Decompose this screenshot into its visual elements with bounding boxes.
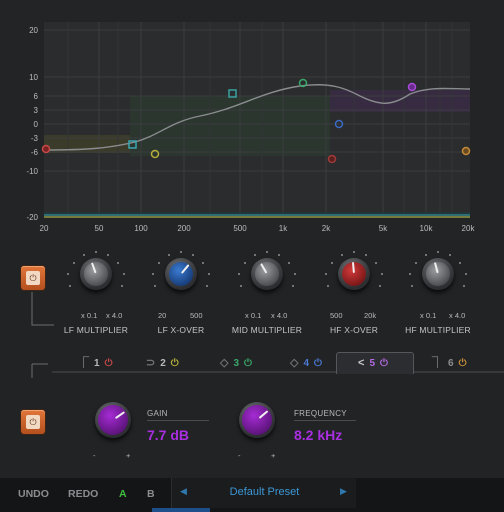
band-number: 2: [160, 358, 166, 369]
hf-multiplier-max: x 4.0: [449, 311, 466, 320]
freq-tick-label: 2k: [321, 224, 331, 233]
hf-xover-max: 20k: [364, 311, 377, 320]
low-cut-icon: ⎾: [78, 357, 89, 369]
lf-multiplier-min: x 0.1: [81, 311, 98, 320]
hf-xover-knob[interactable]: [324, 244, 384, 304]
band-number: 4: [303, 358, 310, 369]
frequency-minus-label: -: [238, 451, 241, 460]
mid-multiplier-title: MID MULTIPLIER: [231, 325, 303, 335]
freq-tick-label: 1k: [278, 224, 288, 233]
gain-minus-label: -: [93, 451, 96, 460]
lf-xover-title: LF X-OVER: [157, 325, 205, 335]
db-tick-label: 0: [33, 120, 38, 129]
band-number: 1: [94, 358, 100, 369]
band-tab-4[interactable]: ◇ 4 ⏻: [290, 352, 322, 374]
gain-knob[interactable]: [81, 388, 145, 452]
frequency-label: FREQUENCY: [294, 409, 347, 418]
freq-tick-label: 5k: [378, 224, 388, 233]
mid-multiplier-min: x 0.1: [245, 311, 262, 320]
lf-xover-max: 500: [190, 311, 203, 320]
band-power-icon[interactable]: ⏻: [380, 358, 388, 369]
band-4b-node: [327, 154, 337, 164]
db-tick-label: -10: [26, 167, 38, 176]
freq-tick-label: 10k: [419, 224, 433, 233]
band-1-node: [41, 144, 51, 154]
band-power-button[interactable]: ⏻: [21, 410, 45, 434]
shelf-bracket-line: [31, 292, 54, 326]
lf-xover-min: 20: [158, 311, 167, 320]
db-tick-label: 3: [33, 106, 38, 115]
band-tab-5[interactable]: <5 ⏻: [358, 352, 388, 374]
power-icon: ⏻: [29, 273, 37, 283]
freq-tick-label: 500: [233, 224, 247, 233]
high-shelf-icon: <: [358, 357, 365, 369]
db-tick-label: 20: [29, 26, 38, 35]
band-power-icon[interactable]: ⏻: [105, 358, 113, 369]
lf-multiplier-knob[interactable]: [66, 244, 126, 304]
lf-multiplier-max: x 4.0: [106, 311, 123, 320]
preset-scroll-indicator: [152, 508, 210, 512]
power-icon: ⏻: [29, 417, 37, 427]
hf-multiplier-min: x 0.1: [420, 311, 437, 320]
bell-icon: ◇: [220, 357, 229, 369]
preset-name[interactable]: Default Preset: [172, 486, 357, 498]
gain-underline: [147, 420, 209, 421]
hf-multiplier-knob[interactable]: [408, 244, 468, 304]
hf-xover-min: 500: [330, 311, 343, 320]
frequency-underline: [294, 420, 356, 421]
lf-xover-knob[interactable]: [151, 244, 211, 304]
low-shelf-icon: ⊃: [146, 357, 156, 369]
band-tab-1[interactable]: ⎾ 1 ⏻: [78, 352, 112, 374]
band-power-icon[interactable]: ⏻: [459, 358, 467, 369]
band-tab-3[interactable]: ◇ 3 ⏻: [220, 352, 252, 374]
frequency-plus-label: +: [271, 451, 276, 460]
db-tick-label: 6: [33, 92, 38, 101]
band-power-icon[interactable]: ⏻: [314, 358, 322, 369]
gain-plus-label: +: [126, 451, 131, 460]
band-number: 3: [233, 358, 240, 369]
mid-multiplier-knob[interactable]: [237, 244, 297, 304]
band-tab-2[interactable]: ⊃ 2 ⏻: [146, 352, 179, 374]
frequency-knob[interactable]: [225, 388, 289, 452]
band-tabs: ⎾ 1 ⏻ ⊃ 2 ⏻ ◇ 3 ⏻ ◇ 4 ⏻ <5 ⏻ ⏋ 6 ⏻: [52, 352, 504, 374]
gain-value[interactable]: 7.7 dB: [147, 427, 189, 443]
undo-button[interactable]: UNDO: [18, 488, 49, 500]
eq-graph[interactable]: 20 10 6 3 0 -3 -6 -10 -20 20 50 100 200 …: [0, 0, 504, 240]
freq-tick-label: 100: [134, 224, 148, 233]
shelf-power-button[interactable]: ⏻: [21, 266, 45, 290]
db-tick-label: 10: [29, 73, 38, 82]
band-number: 6: [448, 358, 454, 369]
eq-plugin-window: 20 10 6 3 0 -3 -6 -10 -20 20 50 100 200 …: [0, 0, 504, 512]
freq-tick-label: 50: [94, 224, 104, 233]
preset-selector[interactable]: ◀ Default Preset ▶: [171, 478, 356, 508]
freq-tick-label: 20: [39, 224, 49, 233]
db-tick-label: -6: [30, 148, 38, 157]
ab-a-button[interactable]: A: [119, 488, 127, 500]
band-6-node: [461, 146, 471, 156]
mid-multiplier-max: x 4.0: [271, 311, 288, 320]
freq-tick-label: 200: [177, 224, 191, 233]
band-tab-6[interactable]: ⏋ 6 ⏻: [432, 352, 466, 374]
band-power-icon[interactable]: ⏻: [244, 358, 252, 369]
freq-tick-label: 20k: [461, 224, 475, 233]
band-5-node: [407, 82, 417, 92]
db-tick-label: -3: [30, 134, 38, 143]
redo-button[interactable]: REDO: [68, 488, 98, 500]
hf-multiplier-title: HF MULTIPLIER: [405, 325, 471, 335]
db-tick-label: -20: [26, 213, 38, 222]
eq-graph-canvas[interactable]: [0, 0, 504, 240]
gain-label: GAIN: [147, 409, 168, 418]
frequency-value[interactable]: 8.2 kHz: [294, 427, 342, 443]
high-cut-icon: ⏋: [432, 357, 443, 369]
next-preset-icon[interactable]: ▶: [340, 486, 347, 497]
bell-icon: ◇: [290, 357, 299, 369]
band-number: 5: [369, 358, 375, 369]
band-power-icon[interactable]: ⏻: [171, 358, 179, 369]
ab-b-button[interactable]: B: [147, 488, 155, 500]
